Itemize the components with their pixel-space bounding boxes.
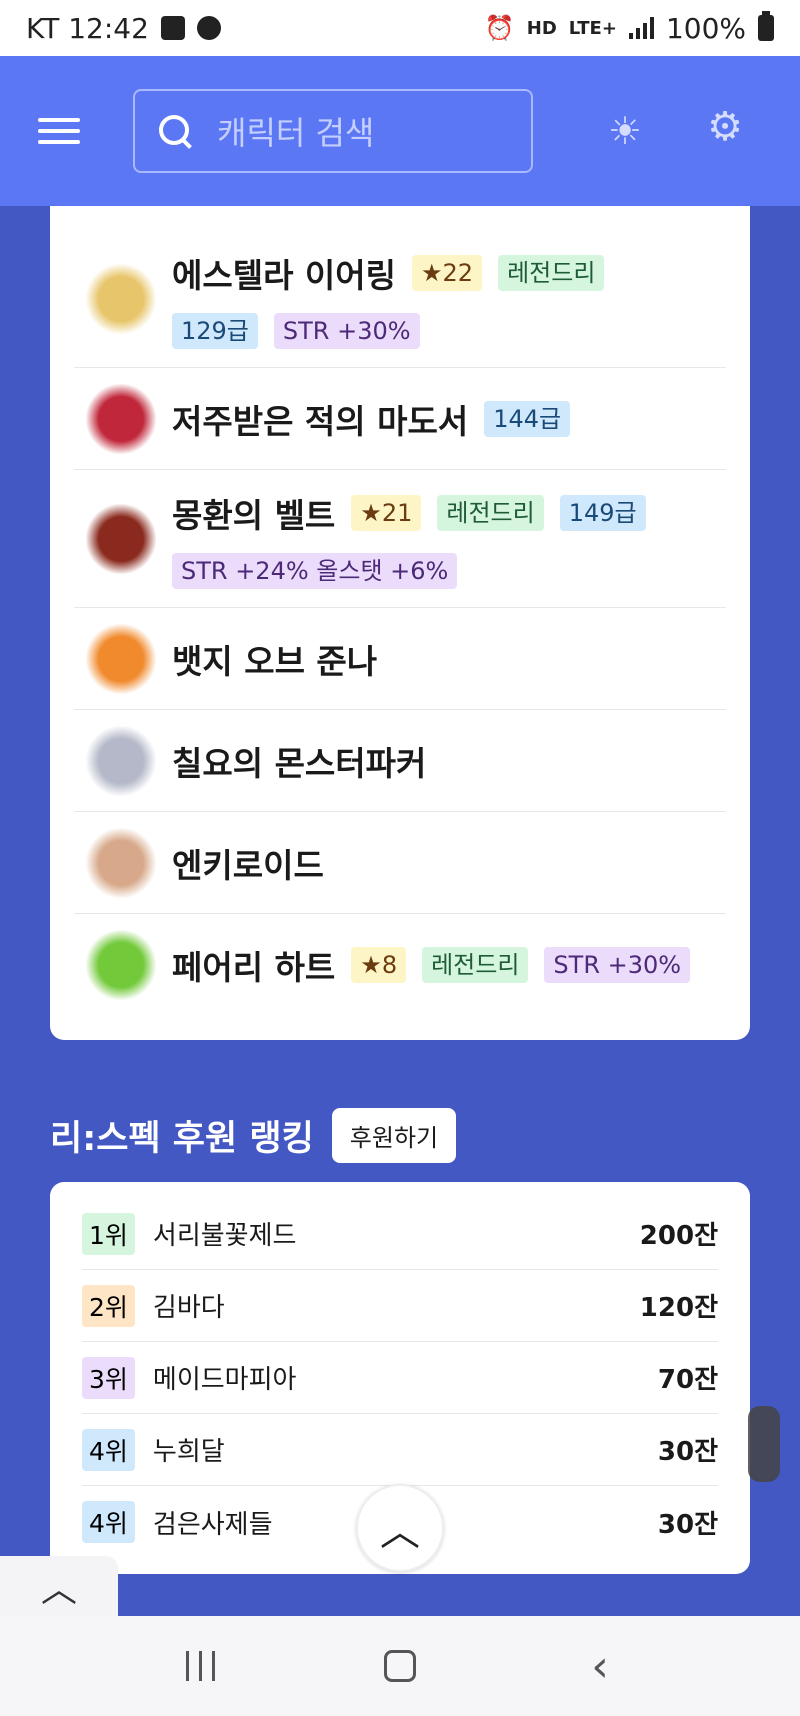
sponsor-amount: 30잔 — [657, 1437, 718, 1467]
egg-icon — [86, 827, 156, 898]
rank-badge: 2위 — [82, 1284, 135, 1327]
footer-strip — [118, 1574, 770, 1606]
rank-badge: 1위 — [82, 1212, 135, 1255]
item-name: 페어리 하트 — [172, 948, 336, 987]
potential-grade-badge: 레전드리 — [498, 254, 605, 291]
scroll-to-top-button[interactable]: ︿ — [356, 1484, 444, 1572]
equipment-row[interactable]: 뱃지 오브 준나 — [74, 608, 726, 710]
signal-icon — [628, 17, 654, 39]
star-force-badge: ★22 — [412, 254, 483, 291]
item-name: 몽환의 벨트 — [172, 495, 336, 535]
ranking-row: 1위 서리불꽃제드 200잔 — [82, 1198, 718, 1270]
ranking-row: 3위 메이드마피아 70잔 — [82, 1342, 718, 1414]
chevron-up-icon: ︿ — [40, 1569, 77, 1610]
potential-grade-badge: 레전드리 — [422, 947, 529, 983]
hd-indicator: HD — [526, 17, 557, 39]
medal-icon — [86, 725, 156, 796]
equipment-row[interactable]: 에스텔라 이어링 ★22 레전드리 129급 STR +30% — [74, 230, 726, 368]
battery-icon — [758, 11, 774, 41]
item-level-badge: 149급 — [559, 494, 646, 531]
star-force-badge: ★8 — [351, 947, 407, 983]
carrier-time: KT 12:42 — [26, 11, 149, 45]
sponsor-amount: 120잔 — [639, 1293, 718, 1323]
scrollbar-handle[interactable] — [748, 1406, 780, 1482]
menu-button[interactable] — [38, 118, 80, 144]
rank-badge: 4위 — [82, 1501, 135, 1543]
theme-toggle-sun-icon[interactable]: ☀ — [604, 109, 646, 153]
item-name: 저주받은 적의 마도서 — [172, 401, 469, 441]
item-level-badge: 129급 — [172, 312, 258, 349]
equipment-row[interactable]: 칠요의 몬스터파커 — [74, 710, 726, 812]
book-icon — [86, 383, 156, 454]
rank-badge: 3위 — [82, 1356, 135, 1399]
sponsor-name: 검은사제들 — [152, 1509, 273, 1540]
sponsor-amount: 30잔 — [657, 1509, 718, 1540]
equipment-row[interactable]: 페어리 하트 ★8 레전드리 STR +30% — [74, 914, 726, 1016]
badge-icon — [86, 623, 156, 694]
equipment-card: 에스텔라 이어링 ★22 레전드리 129급 STR +30% 저주받은 적의 마도서 14… — [50, 150, 750, 1040]
stat-badge: STR +30% — [544, 947, 691, 983]
search-input[interactable]: 캐릭터 검색 — [133, 89, 533, 173]
search-icon — [157, 113, 193, 149]
sponsor-name: 서리불꽃제드 — [152, 1221, 297, 1251]
item-level-badge: 144급 — [484, 400, 571, 437]
search-placeholder: 캐릭터 검색 — [217, 114, 375, 152]
star-force-badge: ★21 — [351, 494, 422, 531]
battery-percent: 100% — [665, 11, 746, 45]
ranking-row: 2위 김바다 120잔 — [82, 1270, 718, 1342]
item-name: 칠요의 몬스터파커 — [172, 743, 427, 783]
item-name: 엔키로이드 — [172, 845, 324, 885]
stat-badge: STR +24% 올스탯 +6% — [172, 552, 458, 589]
sponsor-button[interactable]: 후원하기 — [331, 1108, 457, 1163]
naver-icon — [196, 16, 221, 40]
potential-grade-badge: 레전드리 — [437, 494, 544, 531]
item-name: 뱃지 오브 준나 — [172, 641, 378, 681]
rank-badge: 4위 — [82, 1428, 135, 1471]
item-name: 에스텔라 이어링 — [172, 255, 397, 295]
network-indicator: LTE+ — [568, 17, 617, 39]
settings-gear-icon[interactable]: ⚙ — [704, 104, 746, 150]
back-button[interactable]: ‹ — [560, 1641, 640, 1692]
status-bar: KT 12:42 ⏰ HD LTE+ 100% — [0, 0, 800, 56]
equipment-row[interactable]: 엔키로이드 — [74, 812, 726, 914]
gallery-icon — [160, 16, 185, 40]
ranking-row: 4위 누희달 30잔 — [82, 1414, 718, 1486]
sponsor-amount: 70잔 — [657, 1365, 718, 1395]
system-nav-bar: ‹ — [0, 1616, 800, 1716]
alarm-icon: ⏰ — [484, 14, 515, 42]
belt-icon — [86, 503, 156, 574]
sponsor-name: 김바다 — [152, 1293, 225, 1323]
recents-button[interactable] — [160, 1651, 240, 1681]
equipment-row[interactable]: 저주받은 적의 마도서 144급 — [74, 368, 726, 470]
sponsor-amount: 200잔 — [639, 1221, 718, 1251]
stat-badge: STR +30% — [273, 312, 420, 349]
sponsor-name: 누희달 — [152, 1437, 225, 1467]
equipment-list: 에스텔라 이어링 ★22 레전드리 129급 STR +30% 저주받은 적의 마도서 14… — [74, 230, 726, 1016]
equipment-row[interactable]: 몽환의 벨트 ★21 레전드리 149급 STR +24% 올스탯 +6% — [74, 470, 726, 608]
earring-icon — [86, 263, 156, 334]
home-button[interactable] — [360, 1650, 440, 1682]
chevron-up-icon: ︿ — [380, 1509, 420, 1555]
app-header: 캐릭터 검색 ☀ ⚙ — [0, 56, 800, 206]
collapse-tab-button[interactable]: ︿ — [0, 1556, 118, 1616]
ranking-heading: 리:스펙 후원 랭킹 후원하기 — [50, 1108, 457, 1163]
sponsor-name: 메이드마피아 — [152, 1365, 297, 1395]
ranking-title: 리:스펙 후원 랭킹 — [50, 1119, 314, 1159]
heart-icon — [86, 930, 156, 1000]
